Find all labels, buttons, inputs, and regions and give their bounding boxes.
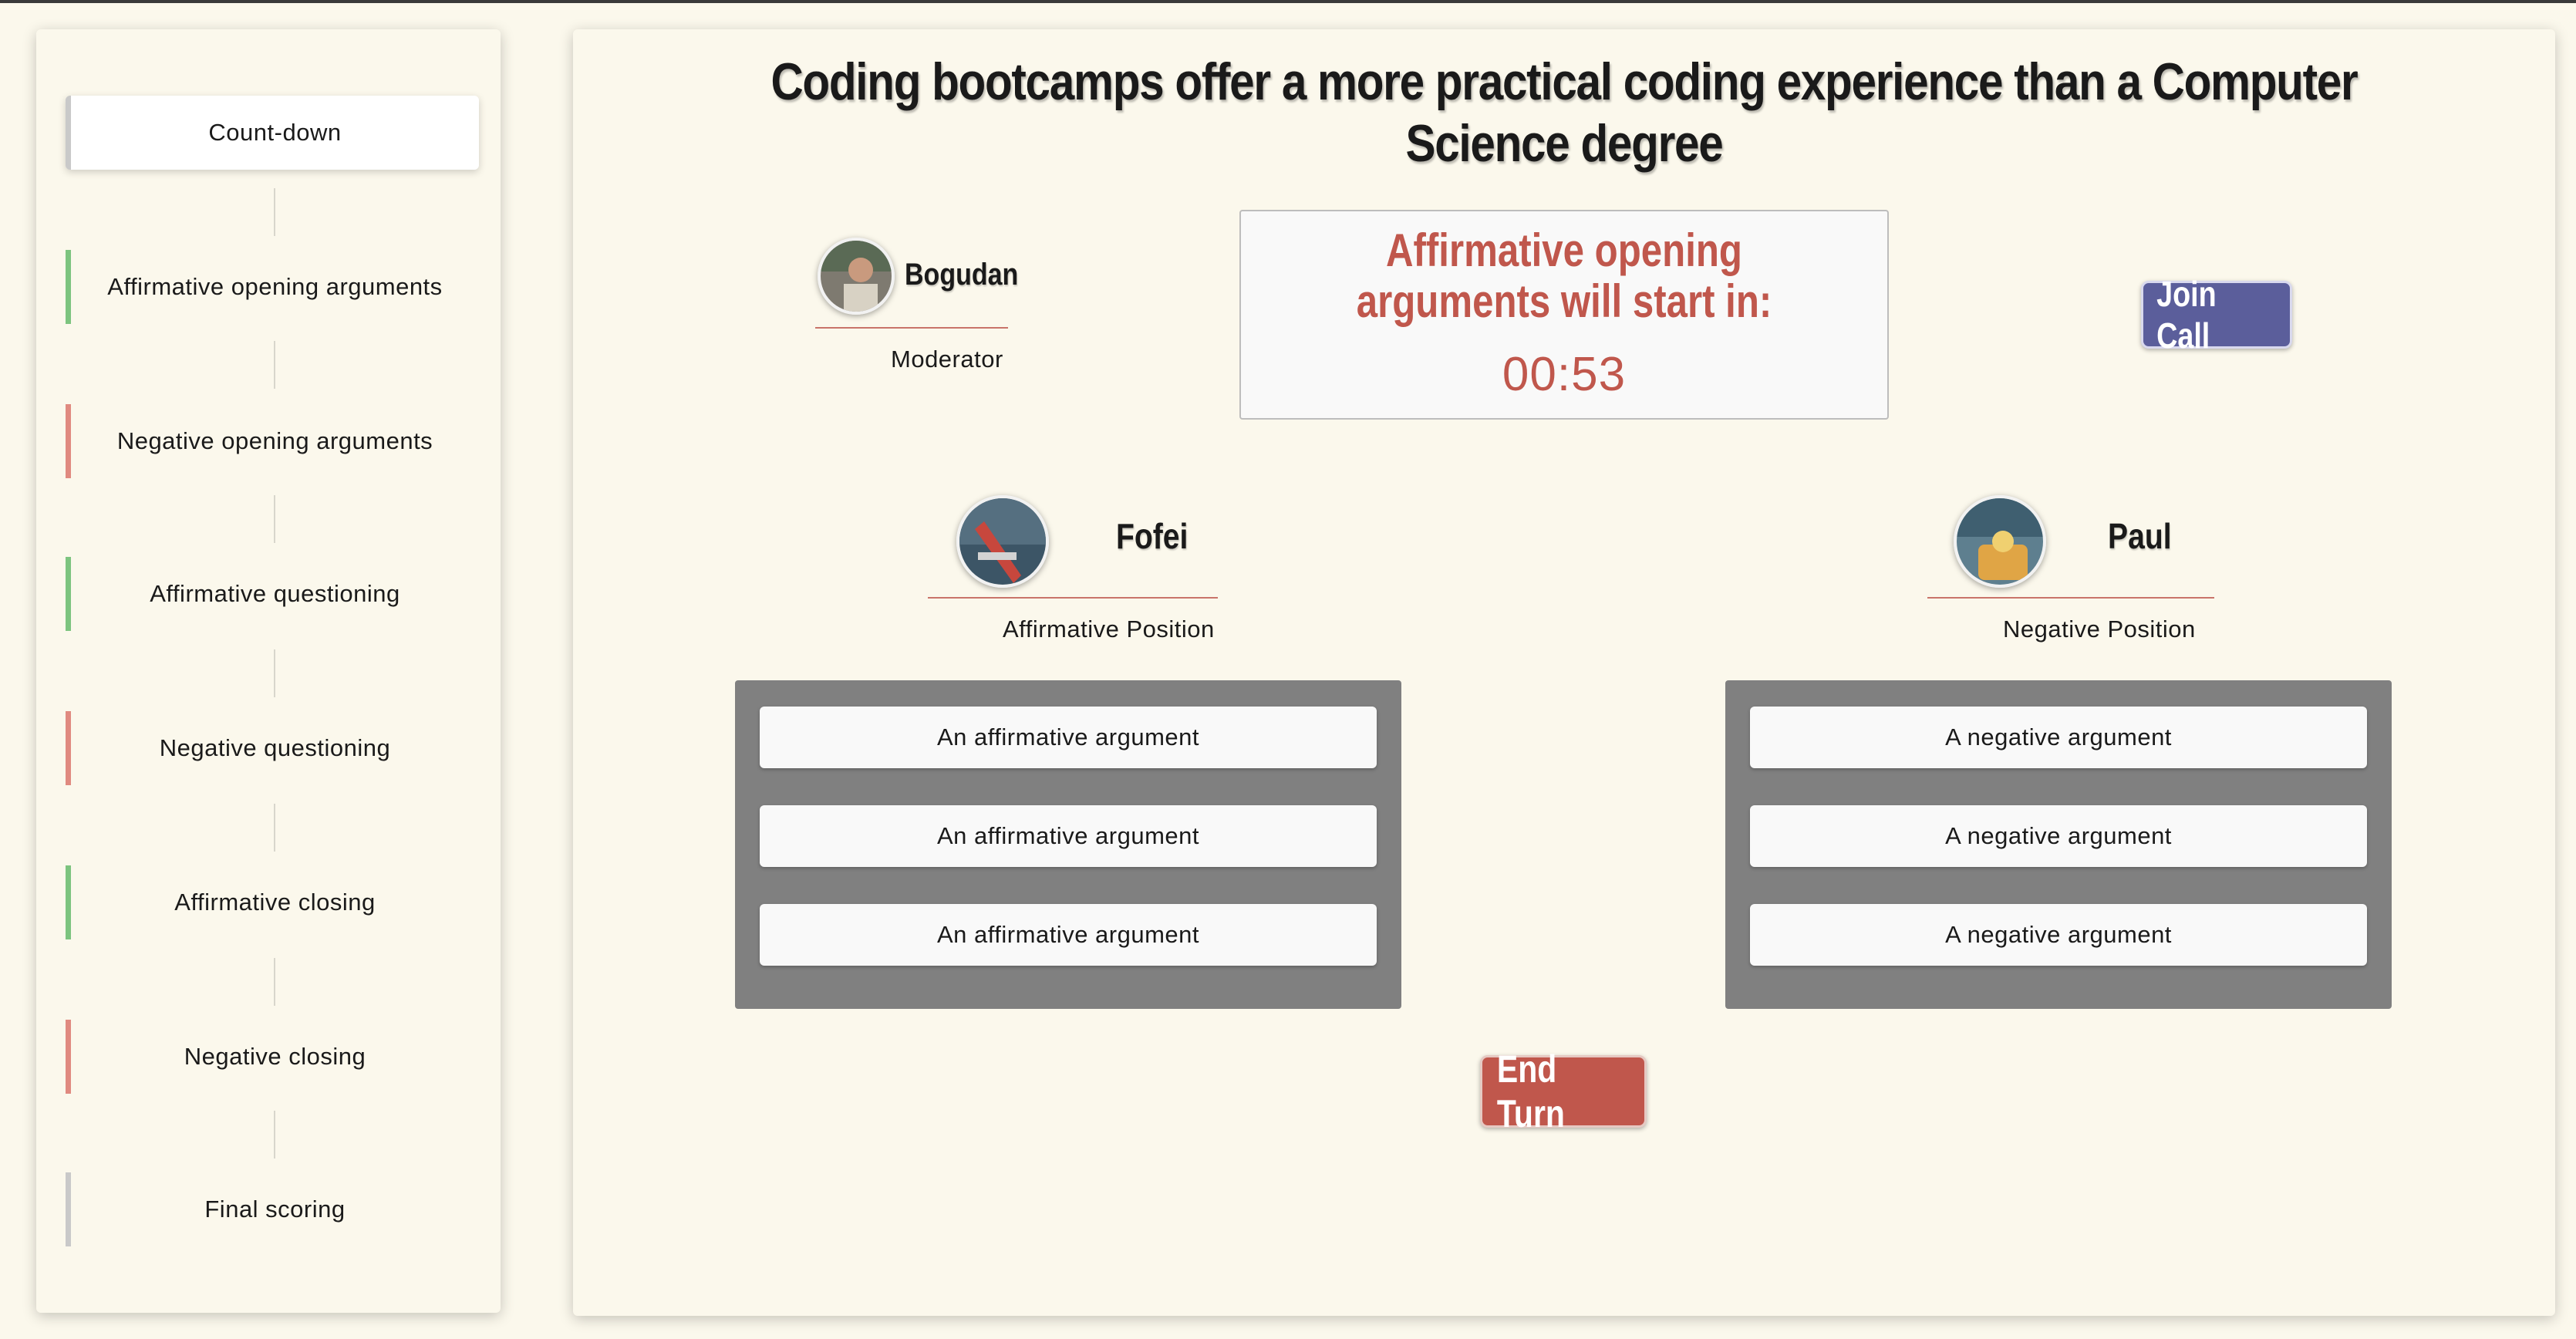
affirmative-arguments-panel: An affirmative argument An affirmative a… (735, 680, 1401, 1009)
moderator-underline (815, 327, 1008, 329)
argument-text: An affirmative argument (936, 822, 1200, 849)
stage-count-down[interactable]: Count-down (66, 96, 479, 170)
stage-connector (274, 188, 275, 236)
negative-underline (1927, 597, 2214, 599)
affirmative-name: Fofei (1116, 516, 1189, 556)
argument-text: A negative argument (1945, 723, 2172, 750)
debate-main-panel: Coding bootcamps offer a more practical … (573, 29, 2555, 1316)
affirmative-argument-item[interactable]: An affirmative argument (760, 904, 1377, 966)
argument-text: An affirmative argument (936, 921, 1200, 948)
stage-final-scoring[interactable]: Final scoring (66, 1172, 479, 1246)
stage-connector (274, 958, 275, 1006)
argument-text: A negative argument (1945, 822, 2172, 849)
stage-affirmative-questioning[interactable]: Affirmative questioning (66, 557, 479, 631)
affirmative-photo (959, 498, 1046, 585)
stage-negative-opening[interactable]: Negative opening arguments (66, 404, 479, 478)
stage-label: Negative opening arguments (116, 427, 433, 454)
stage-connector (274, 341, 275, 389)
affirmative-avatar (956, 495, 1049, 588)
end-turn-button[interactable]: End Turn (1480, 1047, 1647, 1135)
moderator-avatar (818, 238, 895, 315)
stage-label: Count-down (208, 119, 342, 146)
stage-affirmative-opening[interactable]: Affirmative opening arguments (66, 250, 479, 324)
stage-negative-closing[interactable]: Negative closing (66, 1020, 479, 1094)
stage-connector (274, 495, 275, 543)
affirmative-argument-item[interactable]: An affirmative argument (760, 805, 1377, 867)
stage-label: Affirmative opening arguments (107, 273, 443, 300)
negative-photo (1957, 498, 2043, 585)
stage-affirmative-closing[interactable]: Affirmative closing (66, 865, 479, 939)
negative-avatar (1954, 495, 2046, 588)
join-call-label: Join Call (2156, 274, 2217, 356)
negative-role: Negative Position (2003, 616, 2196, 643)
stage-label: Affirmative questioning (150, 580, 400, 607)
stage-connector (274, 1111, 275, 1159)
negative-arguments-panel: A negative argument A negative argument … (1725, 680, 2392, 1009)
affirmative-argument-item[interactable]: An affirmative argument (760, 707, 1377, 768)
stage-negative-questioning[interactable]: Negative questioning (66, 711, 479, 785)
stage-label: Final scoring (204, 1196, 346, 1223)
stage-connector (274, 804, 275, 852)
countdown-message: Affirmative opening arguments will start… (1356, 224, 1772, 327)
moderator-role: Moderator (891, 346, 1003, 373)
stage-connector (274, 649, 275, 697)
stage-label: Negative closing (184, 1043, 366, 1070)
negative-argument-item[interactable]: A negative argument (1750, 904, 2367, 966)
stage-label: Negative questioning (159, 734, 391, 761)
negative-argument-item[interactable]: A negative argument (1750, 707, 2367, 768)
moderator-photo (821, 241, 892, 312)
affirmative-underline (928, 597, 1218, 599)
end-turn-label: End Turn (1496, 1047, 1565, 1135)
window-top-border (0, 0, 2576, 3)
argument-text: A negative argument (1945, 921, 2172, 948)
negative-name: Paul (2108, 516, 2172, 556)
debate-stages-sidebar: Count-down Affirmative opening arguments… (36, 29, 501, 1313)
argument-text: An affirmative argument (936, 723, 1200, 750)
affirmative-role: Affirmative Position (1003, 616, 1215, 643)
negative-argument-item[interactable]: A negative argument (1750, 805, 2367, 867)
stage-label: Affirmative closing (174, 889, 376, 916)
moderator-name: Bogudan (905, 258, 1019, 292)
debate-title: Coding bootcamps offer a more practical … (770, 52, 2358, 173)
join-call-button[interactable]: Join Call (2141, 274, 2292, 356)
countdown-box: Affirmative opening arguments will start… (1239, 210, 1889, 420)
countdown-timer: 00:53 (1502, 348, 1627, 401)
